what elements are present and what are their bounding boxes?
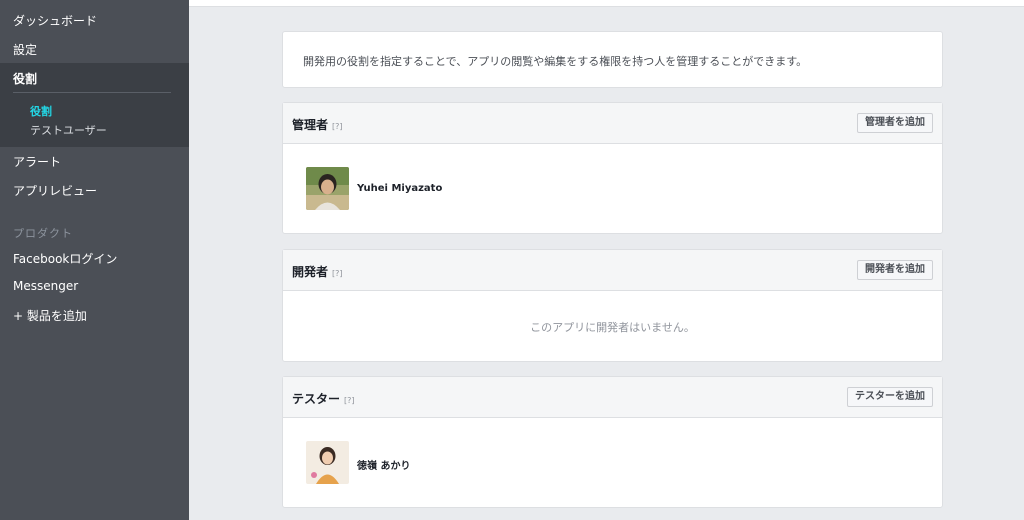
admins-title-text: 管理者 [292,118,329,132]
sidebar-subitem-test-users[interactable]: テストユーザー [30,122,107,138]
sidebar-subitem-roles[interactable]: 役割 [30,103,52,119]
add-tester-button[interactable]: テスターを追加 [847,387,933,407]
developers-title: 開発者 [?] [292,263,343,280]
testers-help-link[interactable]: [?] [344,396,355,405]
developers-card: 開発者 [?] 開発者を追加 このアプリに開発者はいません。 [282,249,943,362]
sidebar: ダッシュボード 設定 役割 役割 テストユーザー アラート アプリレビュー プロ… [0,0,189,520]
intro-text: 開発用の役割を指定することで、アプリの閲覧や編集をする権限を持つ人を管理すること… [303,55,808,68]
testers-card: テスター [?] テスターを追加 徳嶺 あかり [282,376,943,508]
sidebar-item-facebook-login[interactable]: Facebookログイン [13,250,117,267]
avatar[interactable] [306,441,349,484]
add-developer-button[interactable]: 開発者を追加 [857,260,933,280]
developers-empty-text: このアプリに開発者はいません。 [530,321,695,334]
sidebar-item-settings[interactable]: 設定 [13,41,37,58]
add-admin-button[interactable]: 管理者を追加 [857,113,933,133]
sidebar-item-dashboard[interactable]: ダッシュボード [13,12,97,29]
tester-name[interactable]: 徳嶺 あかり [357,457,410,472]
sidebar-item-app-review[interactable]: アプリレビュー [13,182,97,199]
admins-header: 管理者 [?] 管理者を追加 [283,103,942,144]
sidebar-products-heading: プロダクト [13,227,73,240]
developers-title-text: 開発者 [292,265,329,279]
sidebar-item-messenger[interactable]: Messenger [13,279,78,293]
admin-name[interactable]: Yuhei Miyazato [357,183,442,194]
developers-header: 開発者 [?] 開発者を追加 [283,250,942,291]
sidebar-item-roles[interactable]: 役割 [13,70,37,87]
avatar[interactable] [306,167,349,210]
developers-help-link[interactable]: [?] [332,269,343,278]
admins-help-link[interactable]: [?] [332,122,343,131]
admins-title: 管理者 [?] [292,116,343,133]
top-divider [189,0,1024,7]
sidebar-divider [13,92,171,93]
sidebar-item-alerts[interactable]: アラート [13,153,61,170]
testers-title: テスター [?] [292,390,355,407]
admins-card: 管理者 [?] 管理者を追加 Yuhei Miyazato [282,102,943,234]
testers-header: テスター [?] テスターを追加 [283,377,942,418]
intro-card: 開発用の役割を指定することで、アプリの閲覧や編集をする権限を持つ人を管理すること… [282,31,943,88]
testers-title-text: テスター [292,392,341,406]
sidebar-item-add-product[interactable]: + 製品を追加 [13,307,87,324]
